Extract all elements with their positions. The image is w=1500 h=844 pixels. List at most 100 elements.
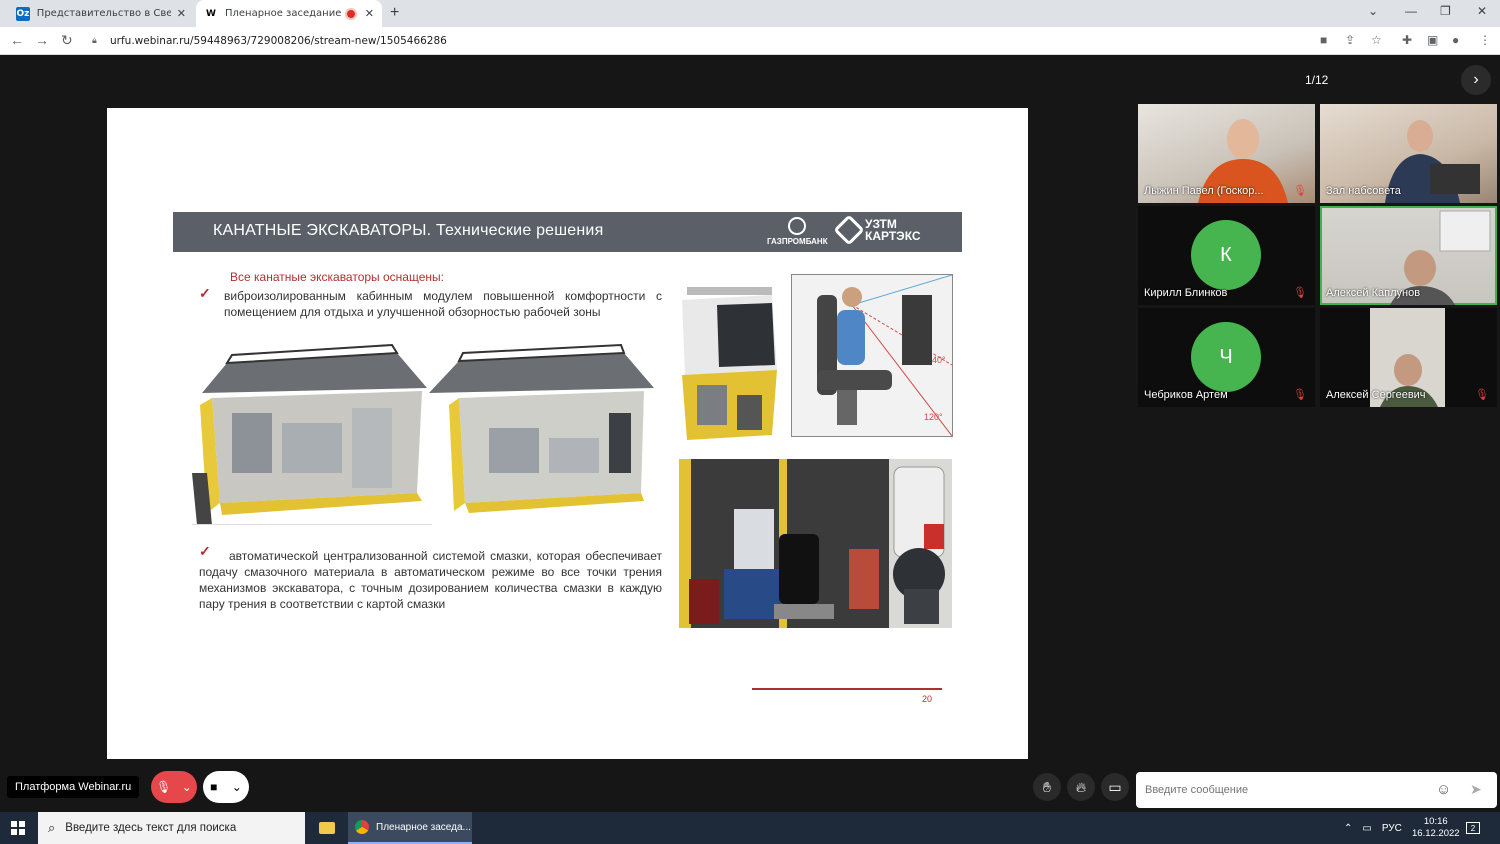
page-number: 20 <box>922 694 933 704</box>
chevron-down-icon[interactable]: ⌄ <box>182 780 192 794</box>
muted-mic-icon: 🎙︎ <box>1293 185 1307 197</box>
video-tile-active-speaker[interactable]: Алексей Каплунов <box>1320 206 1497 305</box>
angle-40-label: 40° <box>932 355 946 365</box>
minimize-icon[interactable]: — <box>1405 4 1417 18</box>
close-tab-icon[interactable]: ✕ <box>177 7 186 20</box>
language-indicator[interactable]: РУС <box>1382 823 1402 834</box>
close-window-icon[interactable]: ✕ <box>1477 4 1487 18</box>
notification-count: 2 <box>1466 822 1480 834</box>
camera-icon: ■ <box>210 780 218 794</box>
lock-icon: 🔒︎ <box>92 36 97 46</box>
clock-time: 10:16 <box>1423 816 1448 827</box>
participant-name: Чебриков Артем <box>1144 389 1228 401</box>
file-explorer-icon[interactable] <box>312 812 342 844</box>
tab-representative[interactable]: Oz Представительство в Свердлов ✕ <box>8 0 194 27</box>
raise-hand-button[interactable]: ✋︎ <box>1033 773 1061 801</box>
menu-icon[interactable]: ⋮ <box>1479 33 1491 47</box>
avatar: К <box>1191 220 1261 290</box>
participant-page-counter: 1/12 <box>1305 73 1329 87</box>
outlook-icon: Oz <box>16 6 30 21</box>
new-tab-button[interactable]: + <box>390 4 399 22</box>
search-icon: ⌕ <box>48 820 56 835</box>
cabin-module-illustration-right <box>429 343 659 518</box>
muted-mic-icon: 🎙︎ <box>1475 389 1489 401</box>
taskbar-chrome-app[interactable]: Пленарное заседа... <box>348 812 472 844</box>
video-tile[interactable]: Ч Чебриков Артем 🎙︎ <box>1138 308 1315 407</box>
reload-icon[interactable]: ↻ <box>61 32 73 49</box>
participant-name: Зал набсовета <box>1326 185 1401 197</box>
slide-subheading: Все канатные экскаваторы оснащены: <box>230 270 444 284</box>
taskbar-search[interactable]: ⌕ Введите здесь текст для поиска <box>38 812 305 844</box>
windows-taskbar: ⌕ Введите здесь текст для поиска Пленарн… <box>0 812 1500 844</box>
angle-120-label: 120° <box>924 412 943 422</box>
divider <box>192 524 432 525</box>
tab-title: Представительство в Свердлов <box>36 8 171 19</box>
slide-title: КАНАТНЫЕ ЭКСКАВАТОРЫ. Технические решени… <box>213 222 604 239</box>
clock-date: 16.12.2022 <box>1412 828 1460 839</box>
tab-plenary[interactable]: W Пленарное заседание 4 ВН ✕ <box>196 0 382 27</box>
share-icon[interactable]: ⇪ <box>1345 33 1355 47</box>
chat-input[interactable] <box>1136 772 1426 808</box>
cab-illustration <box>677 275 779 443</box>
taskbar-search-placeholder: Введите здесь текст для поиска <box>65 822 237 834</box>
tray-expand-icon[interactable]: ⌃ <box>1344 823 1352 834</box>
reaction-button[interactable]: 🔥︎ <box>1067 773 1095 801</box>
chat-box: ☺ ➤ <box>1136 772 1497 808</box>
tab-search-icon[interactable]: ⌄ <box>1368 4 1378 18</box>
uztm-logo: УЗТМ КАРТЭКС <box>833 214 921 246</box>
participant-name: Алексей Сергеевич <box>1326 389 1426 401</box>
profile-icon[interactable]: ● <box>1452 33 1459 47</box>
bullet-lubrication: автоматической централизованной системой… <box>199 549 662 611</box>
checkmark-icon: ✓ <box>199 285 211 301</box>
muted-mic-icon: 🎙︎ <box>1293 287 1307 299</box>
operator-view-illustration: 40° 120° <box>791 274 953 437</box>
restore-icon[interactable]: ❐ <box>1440 4 1451 18</box>
gazprombank-logo-text: ГАЗПРОМБАНК <box>767 237 828 246</box>
emoji-icon[interactable]: ☺ <box>1436 781 1451 798</box>
address-bar-row: ← → ↻ 🔒︎ urfu.webinar.ru/59448963/729008… <box>0 27 1500 55</box>
windows-start-icon[interactable] <box>11 821 25 835</box>
sidepanel-icon[interactable]: ▣ <box>1427 33 1438 47</box>
video-tile[interactable]: Лыжин Павел (Госкор... 🎙︎ <box>1138 104 1315 203</box>
presentation-slide: КАНАТНЫЕ ЭКСКАВАТОРЫ. Технические решени… <box>107 108 1028 759</box>
url-text: urfu.webinar.ru/59448963/729008206/strea… <box>110 35 447 47</box>
lubrication-illustration <box>679 459 952 628</box>
uztm-logo-line2: КАРТЭКС <box>865 229 921 243</box>
chrome-icon <box>355 820 369 834</box>
clock[interactable]: 10:16 16.12.2022 <box>1412 812 1460 844</box>
mic-off-icon: 🎙︎ <box>156 780 172 794</box>
send-icon[interactable]: ➤ <box>1470 781 1482 798</box>
participant-name: Кирилл Блинков <box>1144 287 1228 299</box>
webinar-icon: W <box>206 8 216 19</box>
notifications-icon[interactable]: 2 <box>1466 812 1480 844</box>
extensions-icon[interactable]: ✚ <box>1402 33 1412 47</box>
cabin-module-illustration-left <box>192 343 432 525</box>
forward-icon[interactable]: → <box>35 32 49 48</box>
next-page-button[interactable]: › <box>1461 65 1491 95</box>
url-field[interactable]: 🔒︎ urfu.webinar.ru/59448963/729008206/st… <box>86 30 1326 52</box>
avatar: Ч <box>1191 322 1261 392</box>
muted-mic-icon: 🎙︎ <box>1293 389 1307 401</box>
microphone-toggle[interactable]: 🎙︎ ⌄ <box>151 771 197 803</box>
chevron-down-icon[interactable]: ⌄ <box>232 780 242 794</box>
tab-title: Пленарное заседание 4 ВН <box>224 8 343 19</box>
close-tab-icon[interactable]: ✕ <box>365 7 374 20</box>
webinar-stage: КАНАТНЫЕ ЭКСКАВАТОРЫ. Технические решени… <box>0 55 1500 812</box>
taskbar-chrome-label: Пленарное заседа... <box>376 821 471 833</box>
star-icon[interactable]: ☆ <box>1371 33 1382 47</box>
bullet-cabin: виброизолированным кабинным модулем повы… <box>224 289 662 319</box>
video-tile[interactable]: Алексей Сергеевич 🎙︎ <box>1320 308 1497 407</box>
layout-button[interactable]: ▭ <box>1101 773 1129 801</box>
slide-header: КАНАТНЫЕ ЭКСКАВАТОРЫ. Технические решени… <box>173 212 962 252</box>
participant-name: Лыжин Павел (Госкор... <box>1144 185 1264 197</box>
recording-icon <box>346 9 355 18</box>
platform-brand: Платформа Webinar.ru <box>7 776 140 798</box>
camera-toggle[interactable]: ■ ⌄ <box>203 771 249 803</box>
video-tile[interactable]: Зал набсовета <box>1320 104 1497 203</box>
camera-icon[interactable]: ■ <box>1320 33 1327 47</box>
video-tile[interactable]: К Кирилл Блинков 🎙︎ <box>1138 206 1315 305</box>
network-icon[interactable]: ▭ <box>1362 823 1371 834</box>
browser-tab-bar: Oz Представительство в Свердлов ✕ W Плен… <box>0 0 1500 27</box>
back-icon[interactable]: ← <box>10 32 24 48</box>
participant-name: Алексей Каплунов <box>1326 287 1421 299</box>
